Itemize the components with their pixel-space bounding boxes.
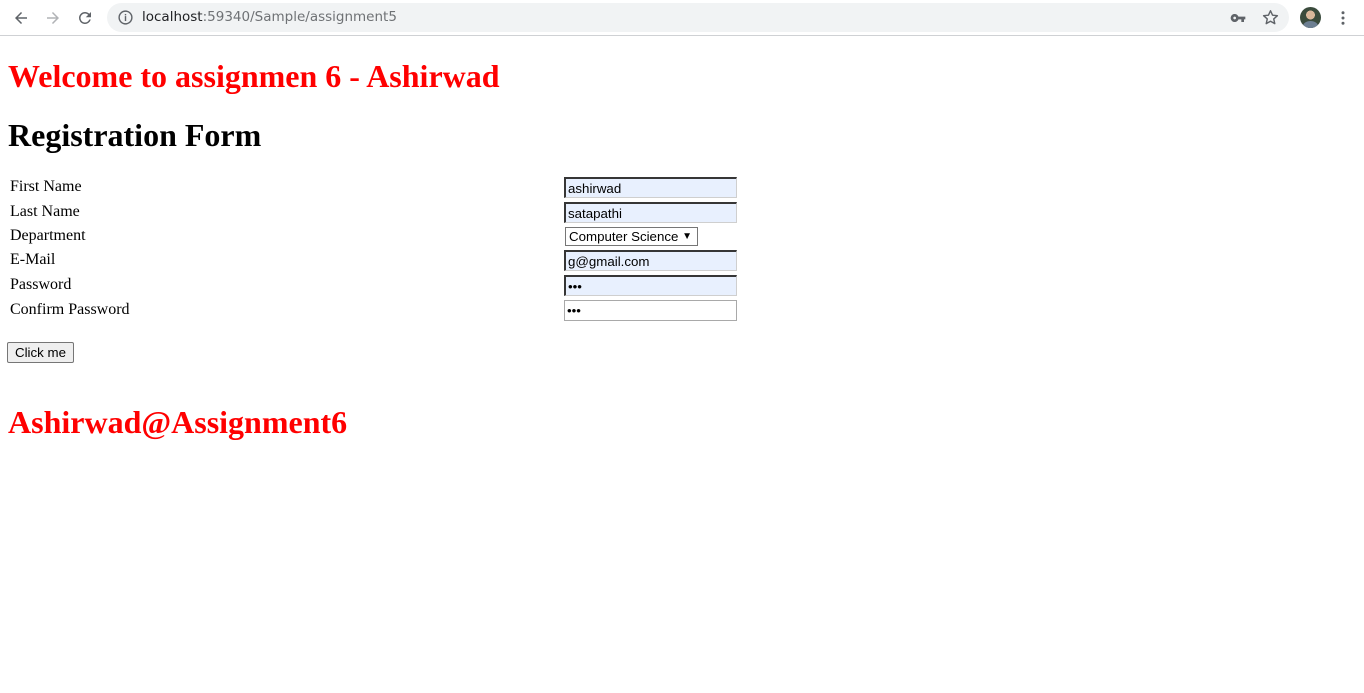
department-label: Department <box>10 227 86 244</box>
url-text[interactable]: localhost:59340/Sample/assignment5 <box>142 9 397 26</box>
welcome-heading: Welcome to assignmen 6 - Ashirwad <box>8 58 500 94</box>
last-name-label: Last Name <box>10 203 80 220</box>
click-me-button[interactable]: Click me <box>7 342 74 363</box>
confirm-password-input[interactable] <box>564 300 737 321</box>
footer-heading: Ashirwad@Assignment6 <box>8 404 348 440</box>
last-name-input[interactable] <box>564 202 737 223</box>
forward-button[interactable] <box>40 5 66 31</box>
avatar[interactable] <box>1300 7 1321 28</box>
key-icon[interactable] <box>1230 10 1246 26</box>
department-selected-value: Computer Science <box>569 229 679 244</box>
email-label: E-Mail <box>10 251 56 268</box>
reload-button[interactable] <box>72 5 98 31</box>
password-label: Password <box>10 276 72 293</box>
back-button[interactable] <box>8 5 34 31</box>
department-select[interactable]: Computer Science ▼ <box>565 227 698 246</box>
chevron-down-icon: ▼ <box>682 231 692 242</box>
url-path: :59340/Sample/assignment5 <box>202 9 397 25</box>
first-name-label: First Name <box>10 178 82 195</box>
page-content: Welcome to assignmen 6 - Ashirwad Regist… <box>0 37 1364 693</box>
browser-toolbar: localhost:59340/Sample/assignment5 <box>0 0 1364 36</box>
password-input[interactable] <box>564 275 737 296</box>
url-host: localhost <box>142 9 203 25</box>
back-icon <box>15 12 27 24</box>
forward-icon <box>47 12 59 24</box>
first-name-input[interactable] <box>564 177 737 198</box>
info-icon[interactable] <box>117 9 134 26</box>
address-bar[interactable]: localhost:59340/Sample/assignment5 <box>107 3 1289 32</box>
confirm-password-label: Confirm Password <box>10 301 130 318</box>
email-input[interactable] <box>564 250 737 271</box>
form-title: Registration Form <box>8 117 262 153</box>
star-icon[interactable] <box>1261 8 1280 27</box>
menu-icon[interactable] <box>1334 9 1352 27</box>
reload-icon <box>78 11 91 24</box>
